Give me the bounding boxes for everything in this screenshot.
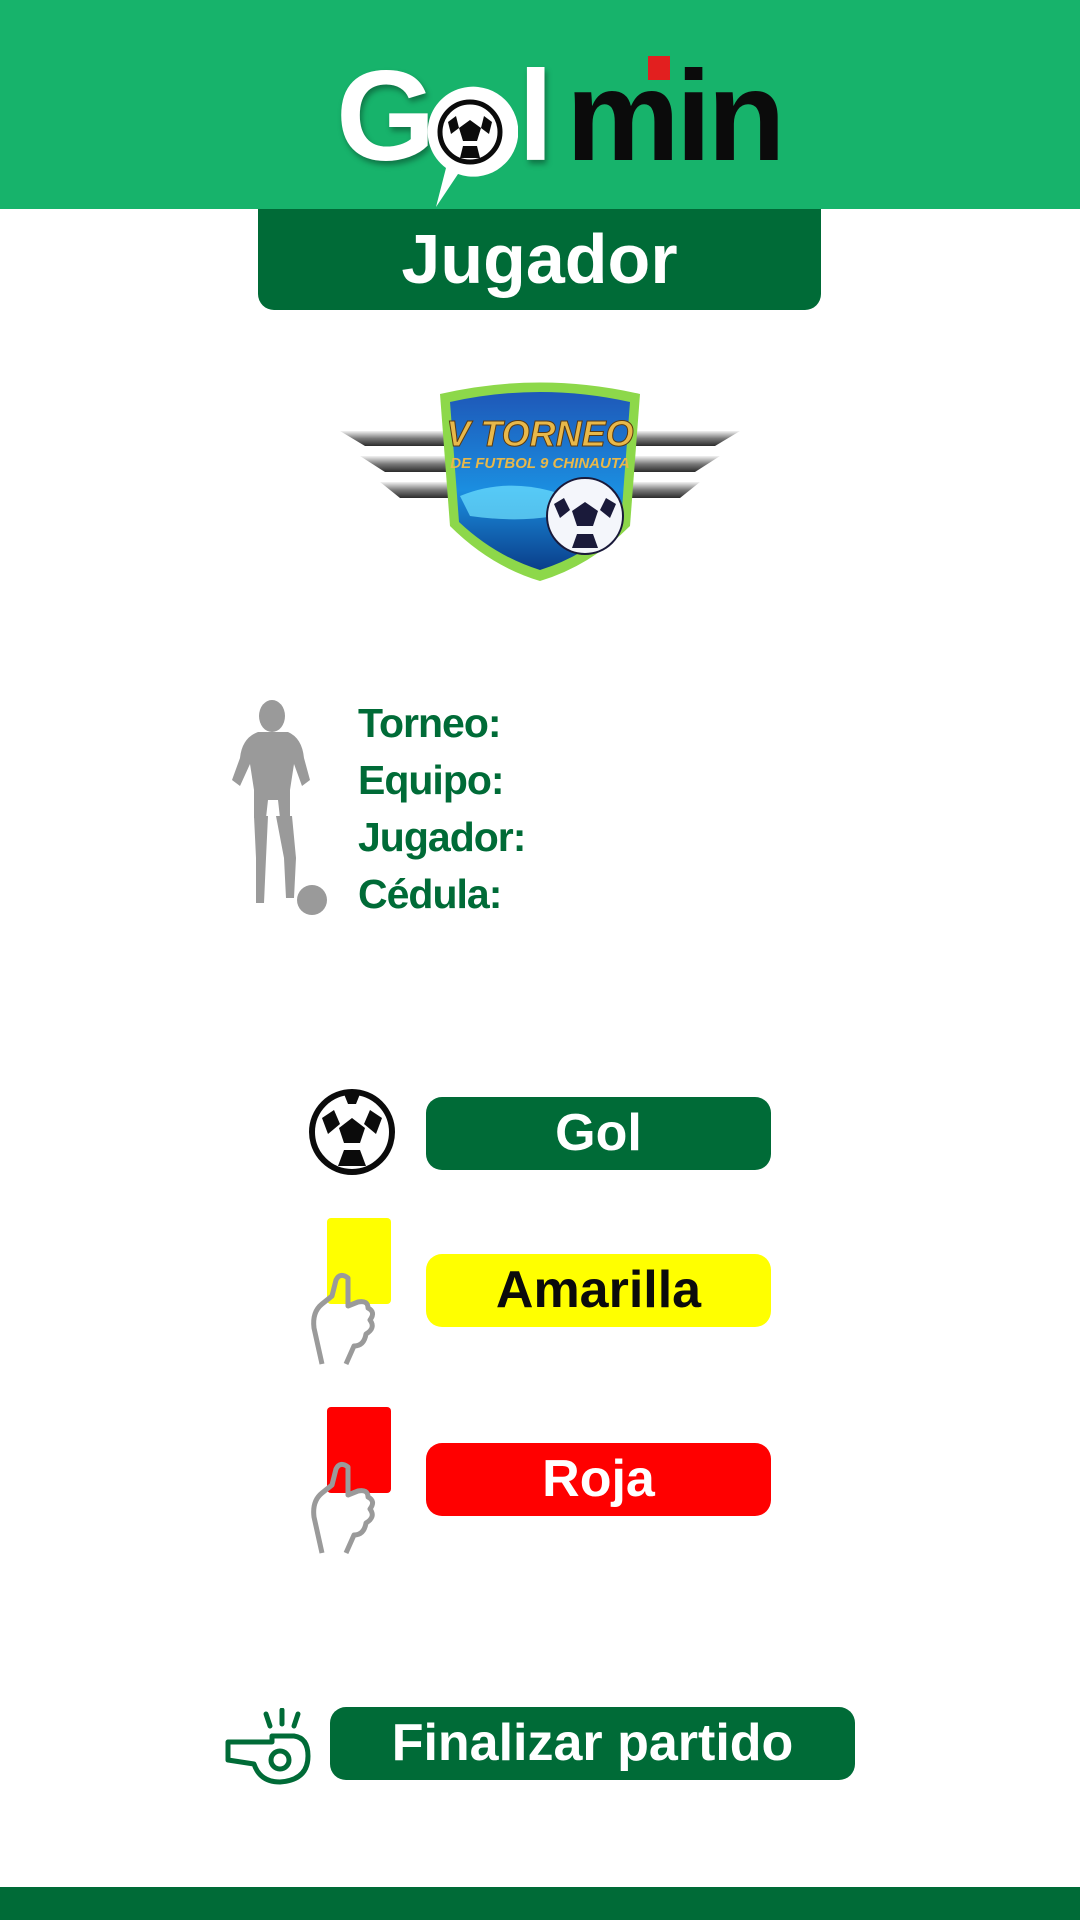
gol-button[interactable]: Gol [426,1097,771,1170]
torneo-label: Torneo: [358,700,502,746]
yellow-card-icon [311,1218,391,1366]
tournament-badge-logo: V TORNEO DE FUTBOL 9 CHINAUTA [340,382,740,581]
player-silhouette-icon [232,700,327,915]
logo-ball-icon [427,86,518,207]
roja-button[interactable]: Roja [426,1443,771,1516]
golmin-logo: G l min [336,52,786,207]
whistle-icon [225,1708,311,1785]
header: G l min [0,0,1080,209]
badge-title: V TORNEO [446,413,633,454]
red-card-icon [311,1407,391,1555]
cedula-label: Cédula: [358,871,502,917]
equipo-label: Equipo: [358,757,505,803]
player-info: Torneo: Equipo: Jugador: Cédula: [358,695,526,923]
page-title: Jugador [258,209,821,310]
soccer-ball-icon [309,1089,395,1175]
logo-red-dot [648,56,670,80]
jugador-label: Jugador: [358,814,526,860]
footer-bar [0,1887,1080,1920]
badge-subtitle: DE FUTBOL 9 CHINAUTA [450,455,629,472]
finalizar-partido-button[interactable]: Finalizar partido [330,1707,855,1780]
amarilla-button[interactable]: Amarilla [426,1254,771,1327]
